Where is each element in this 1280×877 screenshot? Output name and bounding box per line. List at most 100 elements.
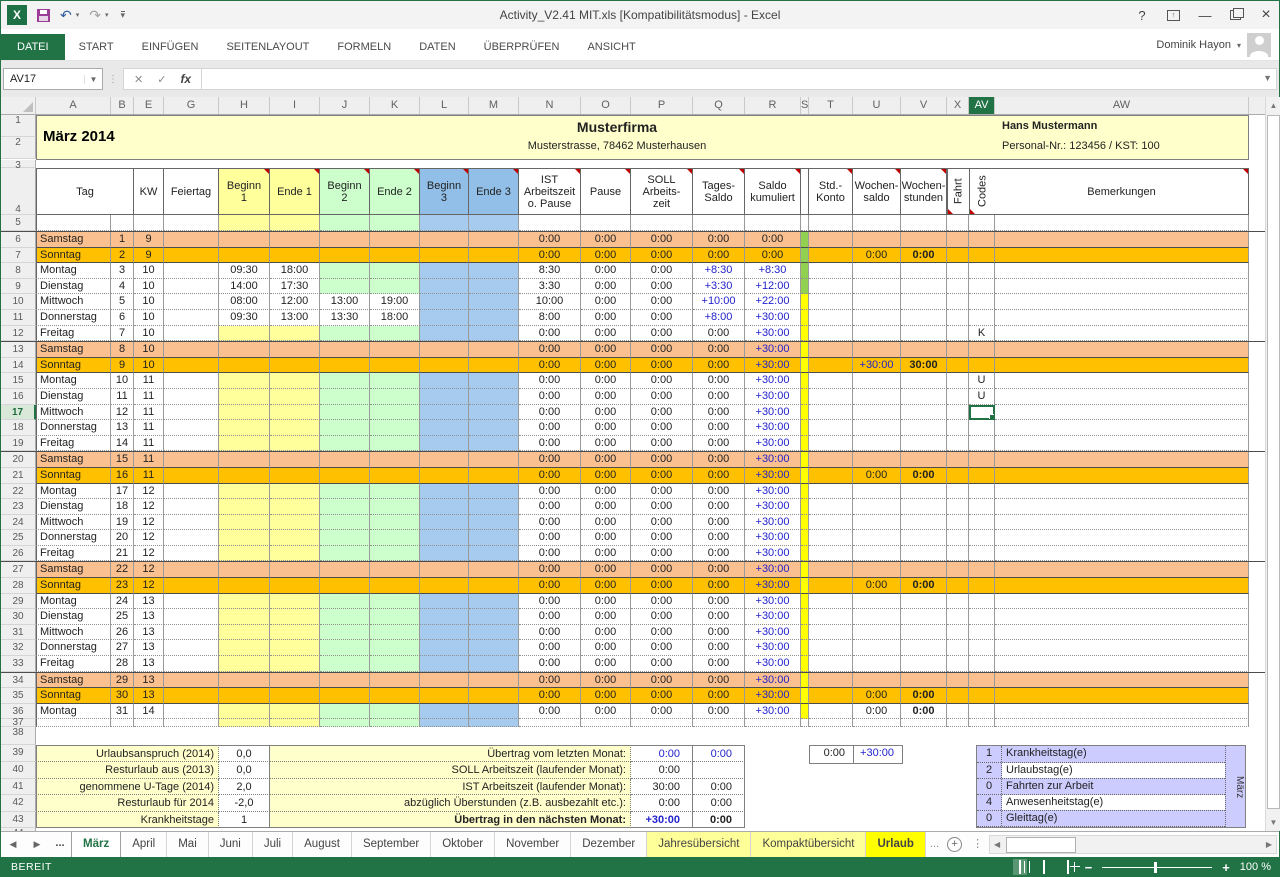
cell[interactable]	[969, 279, 995, 295]
cell[interactable]	[420, 232, 469, 248]
cell[interactable]	[995, 673, 1249, 689]
cell[interactable]	[947, 594, 969, 610]
cell[interactable]	[270, 688, 320, 704]
cell[interactable]	[969, 215, 995, 231]
row-header-42[interactable]: 42	[1, 795, 36, 812]
cell[interactable]	[995, 358, 1249, 374]
restore-button[interactable]	[1230, 10, 1241, 20]
column-header-E[interactable]: E	[134, 97, 164, 114]
cell[interactable]	[969, 719, 995, 727]
cell[interactable]	[745, 215, 801, 231]
cancel-icon[interactable]: ✕	[134, 73, 143, 86]
cell[interactable]: 29	[111, 673, 134, 689]
cell[interactable]	[219, 673, 270, 689]
cell[interactable]	[370, 215, 420, 231]
cell[interactable]: 0:00	[631, 436, 693, 452]
cell[interactable]: 26	[111, 625, 134, 641]
cell[interactable]	[969, 436, 995, 452]
row-header-25[interactable]: 25	[1, 530, 36, 546]
header-codes[interactable]: Codes	[969, 168, 995, 215]
cell[interactable]	[270, 358, 320, 374]
cell[interactable]: +30:00	[745, 546, 801, 562]
cell[interactable]	[36, 215, 111, 231]
cell[interactable]	[219, 468, 270, 484]
cell[interactable]	[219, 499, 270, 515]
cell[interactable]	[469, 640, 519, 656]
cell[interactable]: 0:00	[693, 389, 745, 405]
cell[interactable]: 13	[134, 594, 164, 610]
cell[interactable]: 0:00	[581, 656, 631, 672]
cell[interactable]: +30:00	[745, 673, 801, 689]
cell[interactable]: 0:00	[693, 673, 745, 689]
header-feiertag[interactable]: Feiertag	[164, 168, 219, 215]
cell[interactable]	[270, 499, 320, 515]
cell[interactable]	[947, 562, 969, 578]
cell[interactable]: 27	[111, 640, 134, 656]
cell[interactable]: 8:00	[519, 310, 581, 326]
tab-überprüfen[interactable]: ÜBERPRÜFEN	[470, 34, 574, 60]
cell[interactable]: 0:00	[581, 609, 631, 625]
cell[interactable]	[947, 673, 969, 689]
scroll-left-icon[interactable]: ◀	[990, 836, 1004, 853]
cell[interactable]	[947, 215, 969, 231]
cell[interactable]: 8	[111, 342, 134, 358]
cell[interactable]	[801, 656, 809, 672]
cell[interactable]	[370, 704, 420, 720]
cell[interactable]	[809, 358, 853, 374]
cell[interactable]	[270, 609, 320, 625]
cell[interactable]	[947, 310, 969, 326]
cell[interactable]: 10	[134, 310, 164, 326]
cell[interactable]	[370, 420, 420, 436]
cell[interactable]	[164, 405, 219, 421]
cell[interactable]	[420, 468, 469, 484]
page-break-view-button[interactable]	[1061, 859, 1075, 875]
cell[interactable]	[969, 232, 995, 248]
cell[interactable]: 0:00	[693, 342, 745, 358]
cell[interactable]	[853, 326, 901, 342]
header-fahrt[interactable]: Fahrt	[947, 168, 969, 215]
cell[interactable]: 18	[111, 499, 134, 515]
cell[interactable]: 0:00	[901, 248, 947, 264]
row-header-32[interactable]: 32	[1, 640, 36, 656]
cell[interactable]	[420, 373, 469, 389]
cell[interactable]: 0:00	[631, 625, 693, 641]
horizontal-scrollbar[interactable]: ◀ ▶	[989, 835, 1277, 854]
cell[interactable]: Montag	[36, 373, 111, 389]
cell[interactable]: 0:00	[631, 342, 693, 358]
column-header-N[interactable]: N	[519, 97, 581, 114]
cell[interactable]: Dienstag	[36, 389, 111, 405]
cell[interactable]: 0:00	[581, 389, 631, 405]
cell[interactable]: 0:00	[631, 373, 693, 389]
cell[interactable]	[370, 389, 420, 405]
cell[interactable]	[995, 373, 1249, 389]
cell[interactable]	[320, 656, 370, 672]
cell[interactable]: Donnerstag	[36, 640, 111, 656]
summary-value-1[interactable]: +30:00	[631, 812, 693, 829]
cell[interactable]: 0:00	[519, 499, 581, 515]
cell[interactable]	[420, 389, 469, 405]
cell[interactable]	[901, 515, 947, 531]
cell[interactable]: 0:00	[693, 594, 745, 610]
header-soll[interactable]: SOLL Arbeits- zeit	[631, 168, 693, 215]
cell[interactable]	[801, 704, 809, 720]
cell[interactable]: 0:00	[631, 594, 693, 610]
cell[interactable]	[901, 719, 947, 727]
cell[interactable]: 0:00	[631, 232, 693, 248]
cell[interactable]	[519, 215, 581, 231]
cell[interactable]	[320, 389, 370, 405]
cell[interactable]	[320, 688, 370, 704]
cell[interactable]: 0:00	[519, 389, 581, 405]
header-b3[interactable]: Beginn 3	[420, 168, 469, 215]
cell[interactable]: 0:00	[693, 546, 745, 562]
account-area[interactable]: Dominik Hayon ▾	[1156, 33, 1271, 57]
sheet-tab-urlaub[interactable]: Urlaub	[866, 832, 925, 857]
cell[interactable]	[420, 326, 469, 342]
cell[interactable]	[469, 326, 519, 342]
cell[interactable]	[164, 546, 219, 562]
cell[interactable]	[270, 232, 320, 248]
cell[interactable]	[969, 562, 995, 578]
column-header-X[interactable]: X	[947, 97, 969, 114]
minimize-button[interactable]: —	[1196, 8, 1214, 23]
row-header-28[interactable]: 28	[1, 578, 36, 594]
cell[interactable]: Mittwoch	[36, 515, 111, 531]
